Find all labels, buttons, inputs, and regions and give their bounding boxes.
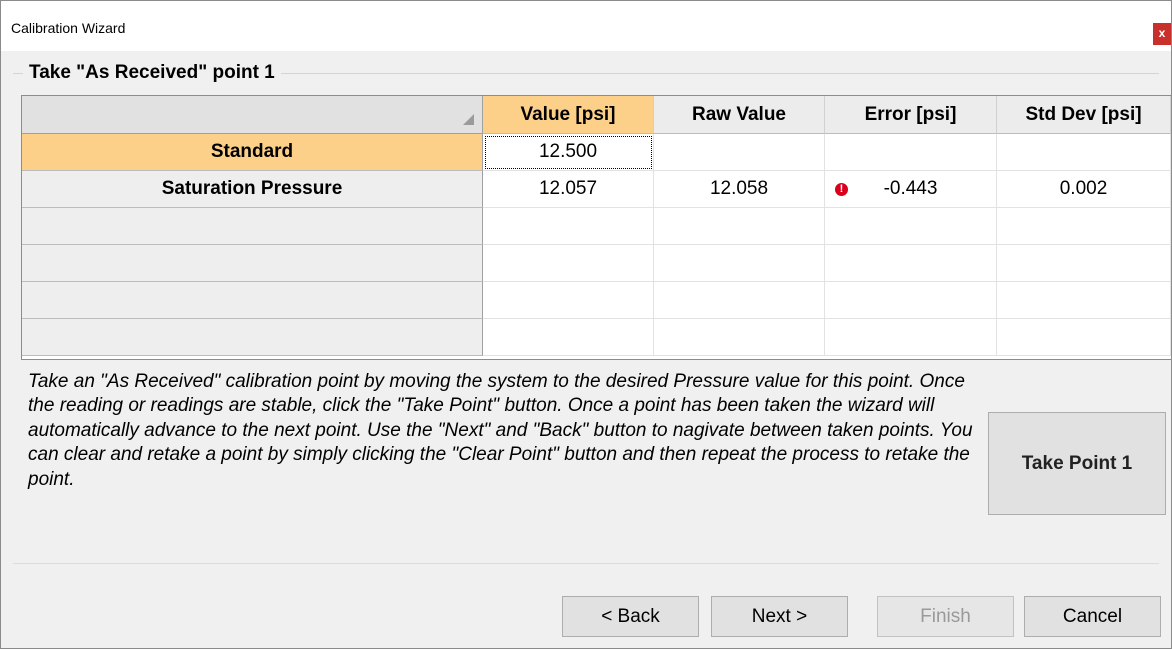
row-header-empty[interactable] xyxy=(22,208,483,245)
next-button[interactable]: Next > xyxy=(711,596,848,637)
grid-cell[interactable] xyxy=(654,208,825,245)
row-header-saturation-pressure[interactable]: Saturation Pressure xyxy=(22,171,483,208)
row-header-empty[interactable] xyxy=(22,319,483,356)
close-button[interactable]: x xyxy=(1153,23,1171,45)
calibration-wizard-window: Calibration Wizard x Take "As Received" … xyxy=(0,0,1172,649)
grid-cell[interactable] xyxy=(483,245,654,282)
grid-cell[interactable] xyxy=(654,245,825,282)
grid-cell[interactable] xyxy=(825,282,997,319)
grid-cell[interactable] xyxy=(825,319,997,356)
column-header-value[interactable]: Value [psi] xyxy=(483,96,654,134)
instructions-text: Take an "As Received" calibration point … xyxy=(28,371,973,490)
grid-cell[interactable] xyxy=(483,282,654,319)
back-button[interactable]: < Back xyxy=(562,596,699,637)
grid-cell[interactable] xyxy=(997,208,1171,245)
grid-cell[interactable] xyxy=(654,282,825,319)
grid-cell[interactable] xyxy=(483,208,654,245)
grid-cell[interactable] xyxy=(997,245,1171,282)
take-point-button[interactable]: Take Point 1 xyxy=(988,412,1166,515)
column-header-raw-value[interactable]: Raw Value xyxy=(654,96,825,134)
cancel-button[interactable]: Cancel xyxy=(1024,596,1161,637)
sort-triangle-icon xyxy=(463,114,474,125)
grid-cell[interactable] xyxy=(997,282,1171,319)
grid-corner[interactable] xyxy=(22,96,483,134)
row-header-standard[interactable]: Standard xyxy=(22,134,483,171)
cell-saturation-value[interactable]: 12.057 xyxy=(483,171,654,208)
window-title: Calibration Wizard xyxy=(11,20,126,36)
grid-cell[interactable] xyxy=(654,319,825,356)
cell-saturation-error-value: -0.443 xyxy=(883,178,938,199)
finish-button[interactable]: Finish xyxy=(877,596,1014,637)
row-header-empty[interactable] xyxy=(22,245,483,282)
cell-saturation-std-dev[interactable]: 0.002 xyxy=(997,171,1171,208)
grid-cell[interactable] xyxy=(825,245,997,282)
grid-cell[interactable] xyxy=(825,208,997,245)
cell-standard-std-dev[interactable] xyxy=(997,134,1171,171)
row-header-empty[interactable] xyxy=(22,282,483,319)
cell-standard-error[interactable] xyxy=(825,134,997,171)
column-header-error[interactable]: Error [psi] xyxy=(825,96,997,134)
separator xyxy=(13,563,1159,564)
column-header-std-dev[interactable]: Std Dev [psi] xyxy=(997,96,1171,134)
calibration-grid: Value [psi] Raw Value Error [psi] Std De… xyxy=(21,95,1172,360)
grid-cell[interactable] xyxy=(483,319,654,356)
cell-standard-raw-value[interactable] xyxy=(654,134,825,171)
cell-standard-value[interactable]: 12.500 xyxy=(483,134,654,171)
cell-saturation-raw-value[interactable]: 12.058 xyxy=(654,171,825,208)
error-exclamation-icon: ! xyxy=(835,183,848,196)
grid-cell[interactable] xyxy=(997,319,1171,356)
cell-saturation-error[interactable]: ! -0.443 xyxy=(825,171,997,208)
title-bar: Calibration Wizard x xyxy=(1,1,1171,51)
group-title: Take "As Received" point 1 xyxy=(23,62,281,84)
